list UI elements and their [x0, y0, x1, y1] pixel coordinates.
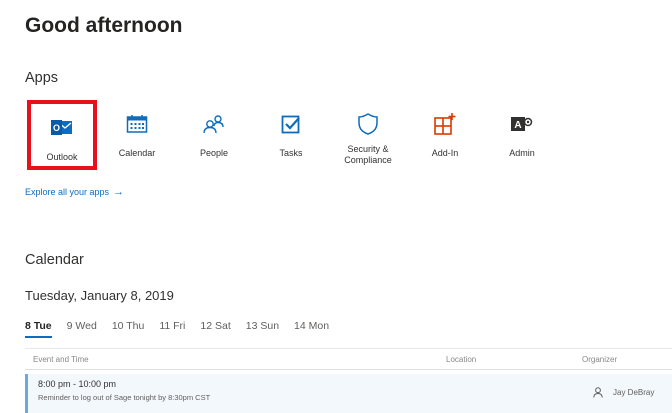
people-icon	[179, 106, 249, 142]
event-row[interactable]: 8:00 pm - 10:00 pm Reminder to log out o…	[25, 374, 672, 413]
day-tab[interactable]: 10 Thu	[112, 320, 145, 338]
explore-all-apps-link[interactable]: Explore all your apps →	[25, 186, 124, 198]
app-admin[interactable]: A Admin	[487, 106, 557, 159]
day-tab[interactable]: 11 Fri	[159, 320, 185, 338]
outlook-icon: O	[29, 110, 95, 146]
app-label: Admin	[509, 148, 535, 158]
greeting-title: Good afternoon	[25, 14, 183, 37]
column-organizer: Organizer	[582, 355, 618, 364]
app-outlook[interactable]: O Outlook	[27, 100, 97, 170]
calendar-date: Tuesday, January 8, 2019	[25, 288, 174, 303]
column-location: Location	[446, 355, 477, 364]
app-label: Add-In	[431, 148, 459, 158]
explore-label: Explore all your apps	[25, 187, 110, 197]
day-tab[interactable]: 9 Wed	[67, 320, 97, 338]
person-icon	[593, 387, 603, 398]
shield-icon	[333, 106, 403, 142]
calendar-day-tabs: 8 Tue 9 Wed 10 Thu 11 Fri 12 Sat 13 Sun …	[25, 320, 344, 338]
add-in-icon	[410, 106, 480, 142]
day-tab[interactable]: 12 Sat	[200, 320, 230, 338]
tasks-icon	[256, 106, 326, 142]
day-tab[interactable]: 8 Tue	[25, 320, 52, 338]
organizer-name: Jay DeBray	[613, 388, 655, 397]
column-event-time: Event and Time	[33, 355, 89, 364]
events-table-header: Event and Time Location Organizer	[25, 348, 672, 370]
app-label: Outlook	[46, 152, 78, 162]
app-calendar[interactable]: Calendar	[102, 106, 172, 159]
day-tab[interactable]: 14 Mon	[294, 320, 329, 338]
app-label: Tasks	[279, 148, 303, 158]
svg-text:O: O	[53, 123, 60, 133]
event-time: 8:00 pm - 10:00 pm	[38, 379, 117, 389]
app-label: Security & Compliance	[344, 144, 392, 165]
admin-icon: A	[487, 106, 557, 142]
app-label: Calendar	[118, 148, 156, 158]
app-security-compliance[interactable]: Security & Compliance	[333, 106, 403, 166]
event-organizer: Jay DeBray	[593, 387, 654, 398]
app-add-in[interactable]: Add-In	[410, 106, 480, 159]
event-title: Reminder to log out of Sage tonight by 8…	[38, 393, 211, 402]
calendar-icon	[102, 106, 172, 142]
arrow-right-icon: →	[113, 186, 125, 198]
calendar-section-title: Calendar	[25, 252, 84, 268]
app-label: People	[199, 148, 229, 158]
app-tasks[interactable]: Tasks	[256, 106, 326, 159]
apps-section-title: Apps	[25, 70, 59, 86]
day-tab[interactable]: 13 Sun	[246, 320, 279, 338]
app-people[interactable]: People	[179, 106, 249, 159]
office-home-page: Good afternoon Apps O Outlook Calendar P…	[0, 0, 672, 413]
svg-text:A: A	[514, 120, 521, 131]
